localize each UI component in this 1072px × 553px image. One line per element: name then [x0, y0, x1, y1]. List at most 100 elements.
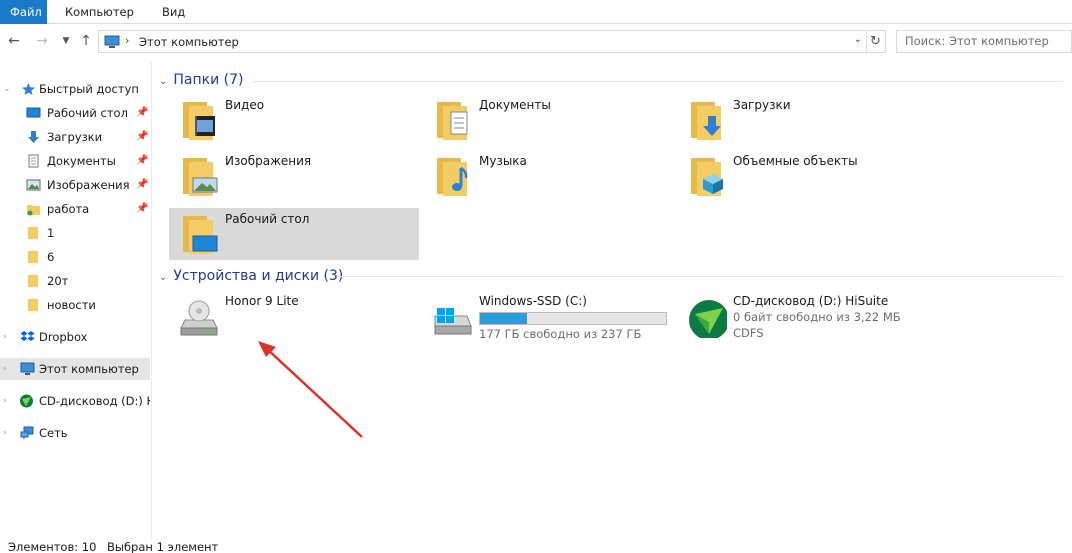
address-bar[interactable]: › Этот компьютер ⌄ [98, 30, 867, 53]
tile-name: Загрузки [733, 98, 791, 112]
folder-video[interactable]: Видео [169, 94, 419, 146]
nav-item-folder-20t[interactable]: 20т [0, 270, 150, 292]
collapse-chevron-icon[interactable]: ⌄ [3, 78, 11, 100]
nav-quick-access[interactable]: ⌄ Быстрый доступ [0, 78, 150, 100]
folder-downloads[interactable]: Загрузки [677, 94, 927, 146]
group-divider [339, 276, 1063, 277]
documents-folder-icon [437, 102, 468, 140]
dropbox-icon [20, 331, 35, 341]
recent-locations-chevron-icon[interactable]: ▼ [60, 28, 72, 54]
downloads-folder-icon [691, 102, 721, 140]
back-arrow-icon[interactable]: ← [6, 28, 22, 54]
pin-icon: 📌 [136, 155, 149, 166]
desktop-folder-icon [183, 216, 218, 254]
folder-3d-objects[interactable]: Объемные объекты [677, 150, 927, 202]
folder-icon [27, 205, 40, 216]
folder-icon [28, 227, 38, 239]
tile-name: Объемные объекты [733, 154, 858, 168]
pin-icon: 📌 [136, 203, 149, 214]
nav-item-pictures[interactable]: Изображения 📌 [0, 174, 150, 196]
download-arrow-icon [28, 131, 39, 143]
forward-arrow-icon[interactable]: → [34, 28, 50, 54]
tile-name: Документы [479, 98, 551, 112]
nav-label: Быстрый доступ [39, 82, 139, 96]
nav-label: Загрузки [47, 130, 103, 144]
drive-free-space: 177 ГБ свободно из 237 ГБ [479, 327, 642, 341]
address-dropdown-icon[interactable]: ⌄ [854, 34, 862, 45]
folder-icon [28, 299, 38, 311]
device-honor-9-lite[interactable]: Honor 9 Lite [169, 290, 419, 342]
tile-name: Рабочий стол [225, 212, 310, 226]
nav-label: 6 [47, 250, 55, 264]
tab-view[interactable]: Вид [148, 0, 199, 24]
nav-item-folder-1[interactable]: 1 [0, 222, 150, 244]
up-arrow-icon[interactable]: ↑ [78, 28, 94, 54]
pictures-folder-icon [183, 158, 218, 196]
document-icon [28, 154, 39, 168]
navigation-pane: ⌄ Быстрый доступ Рабочий стол 📌 Загрузки… [0, 62, 152, 540]
nav-item-desktop[interactable]: Рабочий стол 📌 [0, 102, 150, 124]
3d-objects-folder-icon [691, 158, 723, 196]
folder-music[interactable]: Музыка [423, 150, 673, 202]
tile-name: Изображения [225, 154, 312, 168]
collapse-chevron-icon[interactable]: ⌄ [159, 76, 167, 87]
status-selected: Выбран 1 элемент [107, 540, 219, 553]
group-header-devices[interactable]: ⌄ Устройства и диски (3) [159, 266, 343, 286]
refresh-icon[interactable]: ↻ [866, 30, 886, 53]
nav-label: Этот компьютер [39, 362, 139, 376]
nav-item-folder-6[interactable]: 6 [0, 246, 150, 268]
music-folder-icon [437, 158, 468, 196]
pin-icon: 📌 [136, 107, 149, 118]
nav-cd-drive[interactable]: › CD-дисковод (D:) HiSuite [0, 390, 150, 412]
nav-label: 1 [47, 226, 55, 240]
nav-this-pc[interactable]: › Этот компьютер [0, 358, 150, 380]
nav-label: Документы [47, 154, 116, 168]
expand-chevron-icon[interactable]: › [3, 358, 7, 380]
drive-filesystem: CDFS [733, 326, 764, 340]
group-divider [253, 81, 1063, 82]
collapse-chevron-icon[interactable]: ⌄ [159, 272, 167, 283]
device-cd-drive[interactable]: CD-дисковод (D:) HiSuite 0 байт свободно… [677, 290, 927, 342]
nav-label: новости [47, 298, 96, 312]
nav-label: Рабочий стол [47, 106, 128, 120]
tile-name: CD-дисковод (D:) HiSuite [733, 294, 889, 308]
hisuite-disc-icon [689, 300, 727, 338]
nav-network[interactable]: › Сеть [0, 422, 150, 444]
expand-chevron-icon[interactable]: › [3, 326, 7, 348]
tile-name: Музыка [479, 154, 527, 168]
status-bar: Элементов: 10 Выбран 1 элемент [0, 540, 1072, 553]
nav-label: CD-дисковод (D:) HiSuite [39, 394, 150, 408]
picture-icon [26, 179, 41, 191]
nav-label: Сеть [39, 426, 68, 440]
tab-computer[interactable]: Компьютер [51, 0, 148, 24]
expand-chevron-icon[interactable]: › [3, 390, 7, 412]
drive-free-space: 0 байт свободно из 3,22 МБ [733, 310, 901, 324]
breadcrumb-separator-icon: › [125, 34, 130, 47]
portable-device-icon [180, 300, 218, 336]
nav-item-news[interactable]: новости [0, 294, 150, 316]
nav-label: Dropbox [39, 330, 88, 344]
nav-label: работа [47, 202, 90, 216]
status-item-count: Элементов: 10 [8, 540, 97, 553]
nav-item-downloads[interactable]: Загрузки 📌 [0, 126, 150, 148]
tab-file[interactable]: Файл [0, 0, 47, 24]
nav-dropbox[interactable]: › Dropbox [0, 326, 150, 348]
device-windows-ssd[interactable]: Windows-SSD (C:) 177 ГБ свободно из 237 … [423, 290, 673, 342]
nav-label: Изображения [47, 178, 130, 192]
drive-usage-fill [480, 313, 527, 324]
folder-documents[interactable]: Документы [423, 94, 673, 146]
ribbon-tabs: Файл Компьютер Вид [0, 0, 1072, 24]
hisuite-disc-icon [20, 394, 33, 408]
nav-item-documents[interactable]: Документы 📌 [0, 150, 150, 172]
folder-pictures[interactable]: Изображения [169, 150, 419, 202]
folder-desktop[interactable]: Рабочий стол [169, 208, 419, 260]
nav-item-work[interactable]: работа 📌 [0, 198, 150, 220]
computer-icon [20, 362, 35, 375]
network-icon [20, 426, 34, 439]
group-header-folders[interactable]: ⌄ Папки (7) [159, 70, 244, 90]
nav-label: 20т [47, 274, 69, 288]
folder-icon [28, 275, 38, 287]
expand-chevron-icon[interactable]: › [3, 422, 7, 444]
pin-icon: 📌 [136, 179, 149, 190]
search-input[interactable]: Поиск: Этот компьютер [896, 30, 1072, 53]
